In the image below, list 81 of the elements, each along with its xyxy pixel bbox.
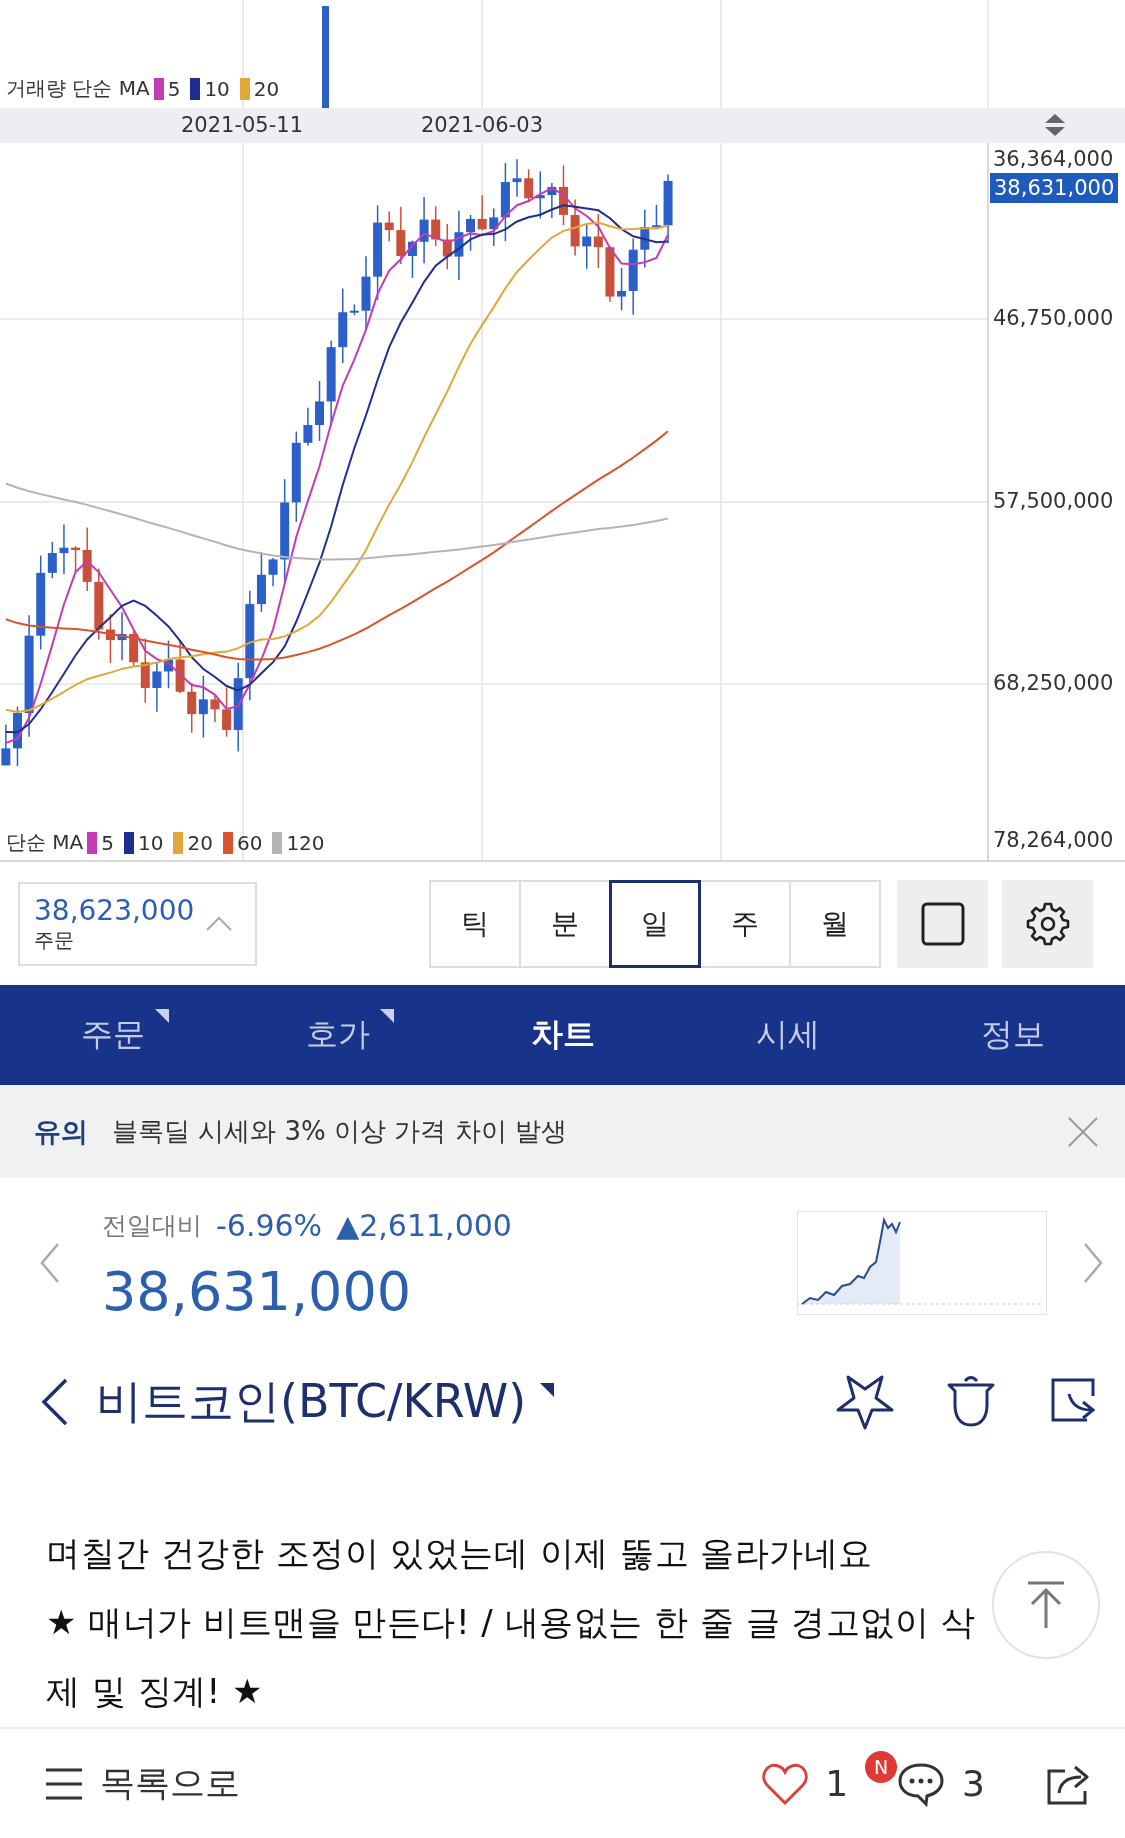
period-button[interactable]: 분 xyxy=(519,879,612,968)
candlestick xyxy=(198,674,208,739)
candlestick xyxy=(593,213,603,269)
period-button[interactable]: 일 xyxy=(609,879,702,968)
notice-text: 블록딜 시세와 3% 이상 가격 차이 발생 xyxy=(112,1115,567,1148)
price-axis-label: 46,750,000 xyxy=(993,306,1114,330)
post-text: 며칠간 건강한 조정이 있었는데 이제 뚫고 올라가네요 xyxy=(46,1532,873,1575)
new-badge: N xyxy=(865,1751,897,1783)
candlestick xyxy=(512,158,522,198)
legend-label: 5 xyxy=(101,830,115,855)
candlestick xyxy=(605,245,615,303)
candlestick xyxy=(559,164,568,226)
candlestick xyxy=(117,611,127,661)
legend-label: 20 xyxy=(253,76,280,101)
current-price-label: 38,631,000 xyxy=(990,173,1119,203)
menu-icon xyxy=(44,1766,84,1801)
candlestick xyxy=(570,198,580,257)
candlestick xyxy=(152,661,162,713)
date-label: 2021-05-11 xyxy=(181,113,303,137)
date-label: 2021-06-03 xyxy=(421,113,543,137)
comment-button[interactable]: 3 xyxy=(896,1760,985,1807)
price-axis-label: 36,364,000 xyxy=(993,147,1114,171)
candlestick xyxy=(1,723,11,767)
legend-title: 단순 MA xyxy=(6,829,84,856)
period-button[interactable]: 월 xyxy=(789,879,882,968)
candlestick xyxy=(547,182,557,219)
legend-label: 120 xyxy=(286,830,325,855)
tab[interactable]: 호가 xyxy=(295,1005,380,1065)
candlestick xyxy=(175,639,185,694)
current-price: 38,631,000 xyxy=(102,1264,413,1319)
tab[interactable]: 정보 xyxy=(970,1005,1055,1065)
change-amount: ▲2,611,000 xyxy=(336,1207,512,1243)
candlestick xyxy=(442,223,452,271)
candlestick xyxy=(582,222,592,270)
legend-label: 10 xyxy=(204,76,230,101)
price-axis-label: 68,250,000 xyxy=(993,671,1114,695)
candlestick xyxy=(466,214,476,252)
price-box[interactable]: 38,623,000 주문 xyxy=(18,881,258,966)
heart-icon xyxy=(761,1761,810,1806)
price-axis-label: 78,264,000 xyxy=(993,828,1114,852)
legend-label: 20 xyxy=(187,830,213,855)
legend-label: 60 xyxy=(236,830,263,855)
price-axis-label: 57,500,000 xyxy=(993,489,1114,513)
candlestick xyxy=(477,194,487,232)
candlestick xyxy=(268,557,278,588)
post-text: ★ 매너가 비트맨을 만든다! / 내용없는 한 줄 글 경고없이 삭 xyxy=(46,1601,976,1644)
back-icon[interactable] xyxy=(40,1376,70,1427)
notice-tag: 유의 xyxy=(34,1113,88,1150)
candlestick xyxy=(303,407,313,447)
legend-title: 거래량 단순 MA xyxy=(6,75,150,102)
candlestick xyxy=(431,205,441,247)
square-icon xyxy=(919,900,966,947)
change-rate: -6.96% xyxy=(216,1207,323,1243)
price-box-value: 38,623,000 xyxy=(34,893,195,927)
candlestick xyxy=(59,523,69,575)
chevron-up-icon xyxy=(205,915,234,932)
period-button[interactable]: 주 xyxy=(699,879,792,968)
candlestick xyxy=(535,170,545,220)
candlestick xyxy=(663,173,673,244)
candlestick xyxy=(13,705,22,767)
tab[interactable]: 차트 xyxy=(520,1005,605,1065)
settings-button[interactable] xyxy=(1002,879,1093,968)
tab[interactable]: 주문 xyxy=(70,1005,155,1065)
square-button[interactable] xyxy=(897,879,989,968)
period-button[interactable]: 틱 xyxy=(429,879,522,968)
settings-icon xyxy=(1024,900,1071,947)
change-label: 전일대비 xyxy=(102,1209,202,1242)
candlestick xyxy=(454,209,464,281)
price-box-label: 주문 xyxy=(34,926,75,954)
candlestick xyxy=(210,694,220,723)
candlestick xyxy=(419,196,429,264)
candlestick xyxy=(164,639,173,689)
list-button[interactable]: 목록으로 xyxy=(44,1760,240,1807)
tab[interactable]: 시세 xyxy=(745,1005,830,1065)
post-text: 제 및 징계! ★ xyxy=(46,1670,264,1713)
dropdown-mark-icon[interactable] xyxy=(540,1382,555,1397)
candlestick xyxy=(315,380,324,442)
legend-label: 5 xyxy=(167,76,181,101)
legend-label: 10 xyxy=(138,830,164,855)
like-button[interactable]: 1 xyxy=(761,1761,849,1806)
coin-title: 비트코인(BTC/KRW) xyxy=(96,1372,527,1430)
